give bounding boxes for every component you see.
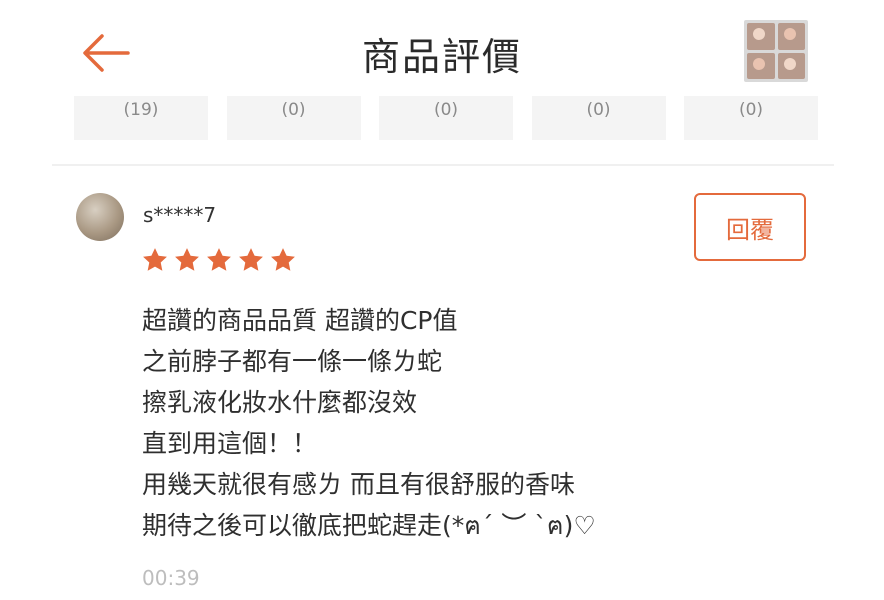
review-text: 超讚的商品品質 超讚的CP值 之前脖子都有一條一條ㄌ蛇 擦乳液化妝水什麼都沒效 … [142, 300, 782, 546]
review-line: 直到用這個！！ [142, 429, 318, 458]
thumbnail-cell [747, 52, 775, 79]
star-icon [175, 248, 199, 271]
review-line: 之前脖子都有一條一條ㄌ蛇 [142, 347, 443, 376]
filter-tab[interactable]: (0) [531, 96, 666, 140]
star-icon [271, 248, 295, 271]
filter-count: (0) [281, 100, 306, 120]
reply-button[interactable]: 回覆 [694, 193, 806, 261]
review-line: 超讚的商品品質 超讚的CP值 [142, 306, 458, 335]
review-line: 用幾天就很有感ㄌ 而且有很舒服的香味 [142, 470, 575, 499]
star-icon [143, 248, 167, 271]
thumbnail-cell [747, 23, 775, 50]
thumbnail-cell [777, 23, 805, 50]
thumbnail-cell [777, 52, 805, 79]
filter-count: (0) [738, 100, 764, 120]
filter-count: (0) [433, 100, 459, 120]
avatar[interactable] [76, 193, 124, 241]
divider [52, 164, 834, 166]
filter-tab[interactable]: (0) [684, 96, 818, 140]
header: 商品評價 [0, 0, 884, 96]
product-thumbnail[interactable] [744, 20, 808, 82]
star-icon [239, 248, 263, 271]
filter-tab[interactable]: (0) [226, 96, 361, 140]
username: s*****7 [143, 203, 217, 227]
filter-count: (0) [586, 100, 611, 120]
filter-count: (19) [123, 100, 159, 120]
review-timestamp: 00:39 [142, 566, 200, 590]
filter-tab[interactable]: (0) [379, 96, 513, 140]
filter-tab[interactable]: (19) [74, 96, 208, 140]
star-icon [207, 248, 231, 271]
review-line: 期待之後可以徹底把蛇趕走(*ฅ´ ︶ `ฅ)♡ [142, 511, 596, 540]
review-page: 商品評價 (19) (0) (0) (0) (0) s*****7 回覆 超讚的… [0, 0, 884, 600]
rating-stars [141, 246, 297, 274]
review-line: 擦乳液化妝水什麼都沒效 [142, 388, 418, 417]
rating-filter-tabs: (19) (0) (0) (0) (0) [74, 96, 818, 140]
